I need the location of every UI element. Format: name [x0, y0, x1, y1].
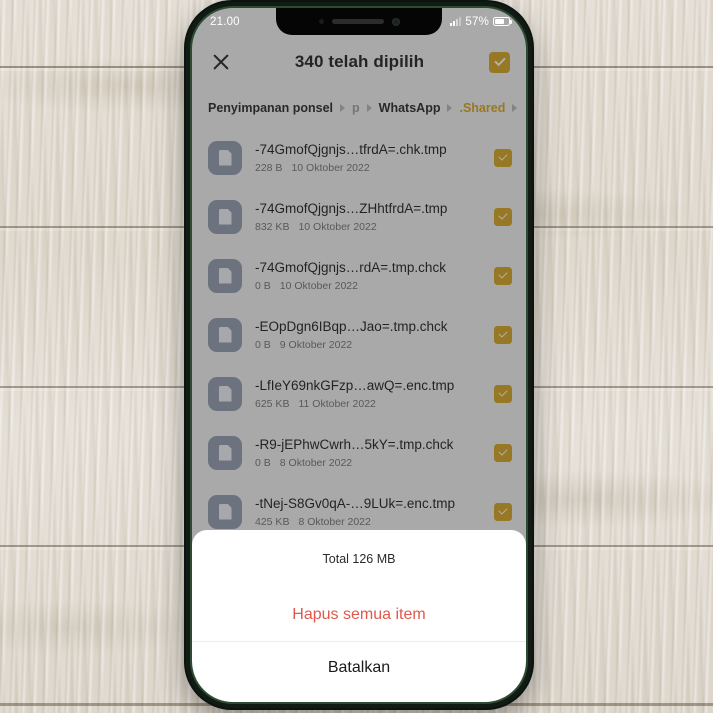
status-indicators: 57%: [450, 16, 512, 28]
battery-icon: [493, 17, 512, 26]
delete-confirmation-sheet: Total 126 MB Hapus semua item Batalkan: [192, 530, 526, 702]
front-camera-icon: [391, 17, 400, 26]
delete-all-button[interactable]: Hapus semua item: [192, 588, 526, 641]
phone-device-frame: 340 telah dipilih Penyimpanan ponsel p W…: [186, 2, 532, 708]
signal-bars-icon: [450, 17, 462, 26]
total-size-label: Total 126 MB: [322, 552, 396, 566]
earpiece-speaker-icon: [331, 19, 384, 24]
battery-percent-label: 57%: [465, 15, 489, 28]
phone-screen: 340 telah dipilih Penyimpanan ponsel p W…: [192, 8, 526, 702]
cancel-button[interactable]: Batalkan: [192, 642, 526, 702]
proximity-sensor-icon: [318, 19, 324, 24]
device-notch: [276, 8, 442, 35]
screenshot-stage: 340 telah dipilih Penyimpanan ponsel p W…: [0, 0, 713, 713]
status-time: 21.00: [210, 15, 240, 28]
